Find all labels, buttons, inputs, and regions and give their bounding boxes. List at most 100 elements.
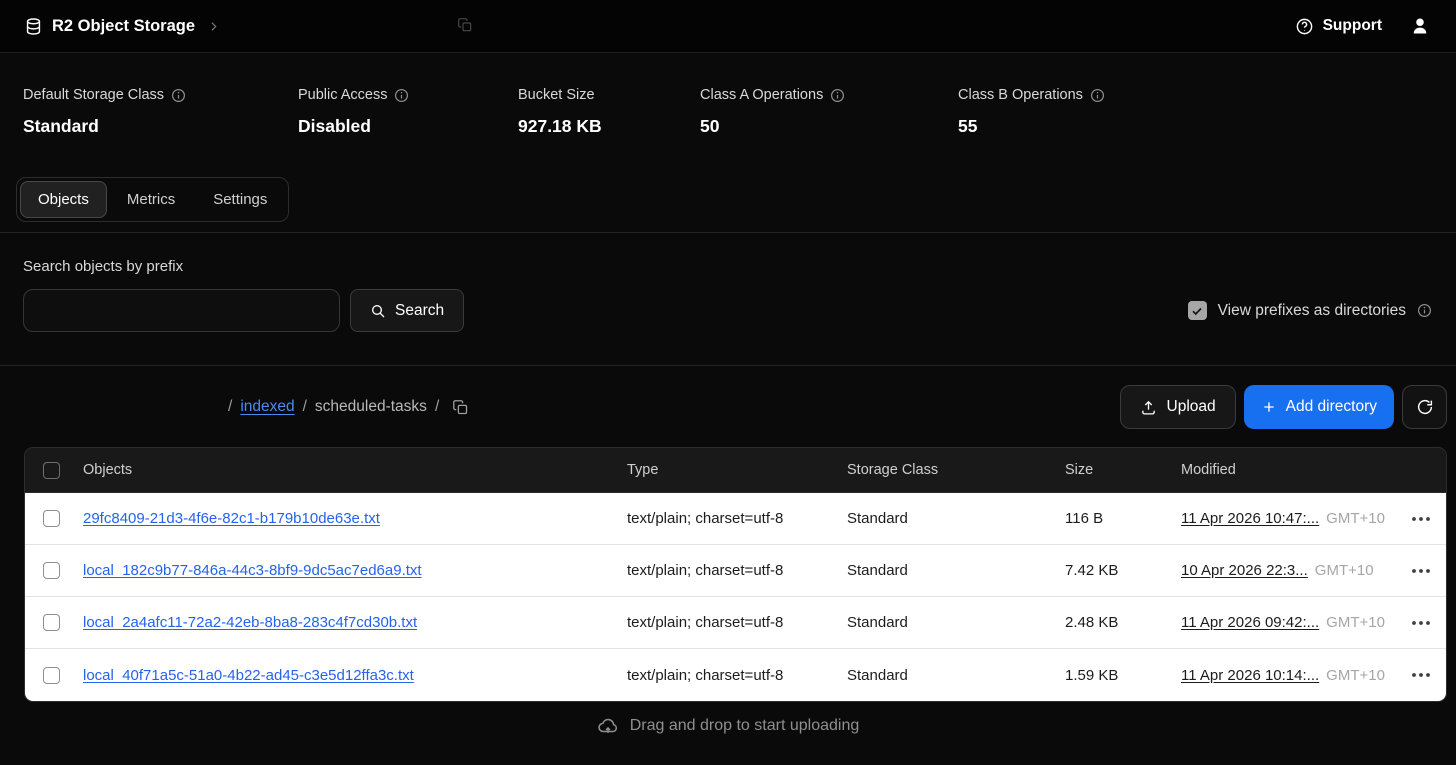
row-actions-button[interactable] bbox=[1396, 620, 1446, 626]
tab-bar-section: Objects Metrics Settings bbox=[0, 167, 1456, 233]
tab-settings[interactable]: Settings bbox=[195, 181, 285, 218]
tab-objects[interactable]: Objects bbox=[20, 181, 107, 218]
object-type: text/plain; charset=utf-8 bbox=[621, 614, 841, 631]
breadcrumb: / indexed / scheduled-tasks / bbox=[228, 398, 469, 416]
bucket-stats: Default Storage Class Standard Public Ac… bbox=[0, 53, 1456, 167]
stat-value: 50 bbox=[700, 116, 958, 137]
table-row: local_40f71a5c-51a0-4b22-ad45-c3e5d12ffa… bbox=[25, 649, 1446, 701]
view-prefixes-label: View prefixes as directories bbox=[1218, 302, 1406, 320]
object-modified[interactable]: 10 Apr 2026 22:3... bbox=[1181, 562, 1308, 579]
upload-button-label: Upload bbox=[1167, 398, 1216, 416]
object-timezone: GMT+10 bbox=[1315, 562, 1374, 579]
row-checkbox[interactable] bbox=[43, 667, 60, 684]
search-button-label: Search bbox=[395, 302, 444, 320]
object-modified[interactable]: 11 Apr 2026 10:47:... bbox=[1181, 510, 1319, 527]
object-type: text/plain; charset=utf-8 bbox=[621, 667, 841, 684]
stat-value: 927.18 KB bbox=[518, 116, 700, 137]
object-name-link[interactable]: local_182c9b77-846a-44c3-8bf9-9dc5ac7ed6… bbox=[83, 562, 422, 579]
add-directory-button-label: Add directory bbox=[1286, 398, 1377, 416]
stat-label: Bucket Size bbox=[518, 87, 595, 103]
info-icon[interactable] bbox=[394, 88, 409, 103]
tab-metrics[interactable]: Metrics bbox=[109, 181, 193, 218]
object-timezone: GMT+10 bbox=[1326, 510, 1385, 527]
column-header-type: Type bbox=[621, 462, 841, 478]
stat-value: Disabled bbox=[298, 116, 518, 137]
stat-bucket-size: Bucket Size 927.18 KB bbox=[518, 87, 700, 137]
object-name-link[interactable]: local_2a4afc11-72a2-42eb-8ba8-283c4f7cd3… bbox=[83, 614, 417, 631]
table-row: 29fc8409-21d3-4f6e-82c1-b179b10de63e.txt… bbox=[25, 493, 1446, 545]
object-name-link[interactable]: local_40f71a5c-51a0-4b22-ad45-c3e5d12ffa… bbox=[83, 667, 414, 684]
copy-path-icon[interactable] bbox=[452, 399, 469, 416]
refresh-button[interactable] bbox=[1402, 385, 1447, 429]
user-avatar-icon[interactable] bbox=[1410, 16, 1430, 36]
search-icon bbox=[370, 303, 386, 319]
database-icon bbox=[24, 17, 43, 36]
row-actions-button[interactable] bbox=[1396, 672, 1446, 678]
info-icon[interactable] bbox=[830, 88, 845, 103]
breadcrumb-current: scheduled-tasks bbox=[315, 398, 427, 416]
help-icon bbox=[1295, 17, 1314, 36]
row-checkbox[interactable] bbox=[43, 510, 60, 527]
object-size: 1.59 KB bbox=[1059, 667, 1175, 684]
stat-default-storage-class: Default Storage Class Standard bbox=[23, 87, 298, 137]
page-title[interactable]: R2 Object Storage bbox=[52, 17, 195, 36]
object-type: text/plain; charset=utf-8 bbox=[621, 562, 841, 579]
support-link[interactable]: Support bbox=[1295, 17, 1382, 36]
object-table: Objects Type Storage Class Size Modified… bbox=[24, 447, 1447, 702]
object-storage-class: Standard bbox=[841, 562, 1059, 579]
breadcrumb-slash: / bbox=[228, 398, 232, 416]
info-icon[interactable] bbox=[1417, 303, 1432, 318]
cloud-upload-icon bbox=[597, 715, 619, 737]
object-storage-class: Standard bbox=[841, 614, 1059, 631]
drag-drop-zone[interactable]: Drag and drop to start uploading bbox=[0, 715, 1456, 737]
column-header-objects: Objects bbox=[77, 462, 621, 478]
object-size: 2.48 KB bbox=[1059, 614, 1175, 631]
support-label: Support bbox=[1323, 17, 1382, 35]
upload-button[interactable]: Upload bbox=[1120, 385, 1236, 429]
row-actions-button[interactable] bbox=[1396, 516, 1446, 522]
search-button[interactable]: Search bbox=[350, 289, 464, 332]
search-section: Search objects by prefix Search View pre… bbox=[0, 233, 1456, 366]
tab-bar: Objects Metrics Settings bbox=[16, 177, 289, 222]
table-row: local_182c9b77-846a-44c3-8bf9-9dc5ac7ed6… bbox=[25, 545, 1446, 597]
row-checkbox[interactable] bbox=[43, 614, 60, 631]
plus-icon bbox=[1261, 399, 1277, 415]
object-timezone: GMT+10 bbox=[1326, 614, 1385, 631]
row-actions-button[interactable] bbox=[1396, 568, 1446, 574]
table-row: local_2a4afc11-72a2-42eb-8ba8-283c4f7cd3… bbox=[25, 597, 1446, 649]
stat-label: Public Access bbox=[298, 87, 387, 103]
table-header-row: Objects Type Storage Class Size Modified bbox=[25, 448, 1446, 493]
top-nav: R2 Object Storage Support bbox=[0, 0, 1456, 53]
add-directory-button[interactable]: Add directory bbox=[1244, 385, 1394, 429]
object-storage-class: Standard bbox=[841, 667, 1059, 684]
row-checkbox[interactable] bbox=[43, 562, 60, 579]
search-label: Search objects by prefix bbox=[23, 258, 1432, 275]
object-modified[interactable]: 11 Apr 2026 10:14:... bbox=[1181, 667, 1319, 684]
object-timezone: GMT+10 bbox=[1326, 667, 1385, 684]
breadcrumb-slash: / bbox=[303, 398, 307, 416]
copy-bucket-icon[interactable] bbox=[457, 17, 473, 33]
object-type: text/plain; charset=utf-8 bbox=[621, 510, 841, 527]
breadcrumb-link-indexed[interactable]: indexed bbox=[240, 398, 294, 416]
object-modified[interactable]: 11 Apr 2026 09:42:... bbox=[1181, 614, 1319, 631]
view-prefixes-toggle: View prefixes as directories bbox=[1188, 301, 1432, 320]
info-icon[interactable] bbox=[171, 88, 186, 103]
column-header-storage-class: Storage Class bbox=[841, 462, 1059, 478]
info-icon[interactable] bbox=[1090, 88, 1105, 103]
select-all-checkbox[interactable] bbox=[43, 462, 60, 479]
object-storage-class: Standard bbox=[841, 510, 1059, 527]
object-size: 7.42 KB bbox=[1059, 562, 1175, 579]
search-input[interactable] bbox=[23, 289, 340, 332]
object-size: 116 B bbox=[1059, 510, 1175, 527]
object-name-link[interactable]: 29fc8409-21d3-4f6e-82c1-b179b10de63e.txt bbox=[83, 510, 380, 527]
drag-drop-label: Drag and drop to start uploading bbox=[630, 717, 859, 735]
stat-value: Standard bbox=[23, 116, 298, 137]
path-toolbar: / indexed / scheduled-tasks / Upload bbox=[0, 366, 1456, 445]
breadcrumb-slash: / bbox=[435, 398, 439, 416]
column-header-modified: Modified bbox=[1175, 462, 1396, 478]
stat-label: Class A Operations bbox=[700, 87, 823, 103]
stat-value: 55 bbox=[958, 116, 1105, 137]
stat-class-a-operations: Class A Operations 50 bbox=[700, 87, 958, 137]
stat-label: Class B Operations bbox=[958, 87, 1083, 103]
view-prefixes-checkbox[interactable] bbox=[1188, 301, 1207, 320]
